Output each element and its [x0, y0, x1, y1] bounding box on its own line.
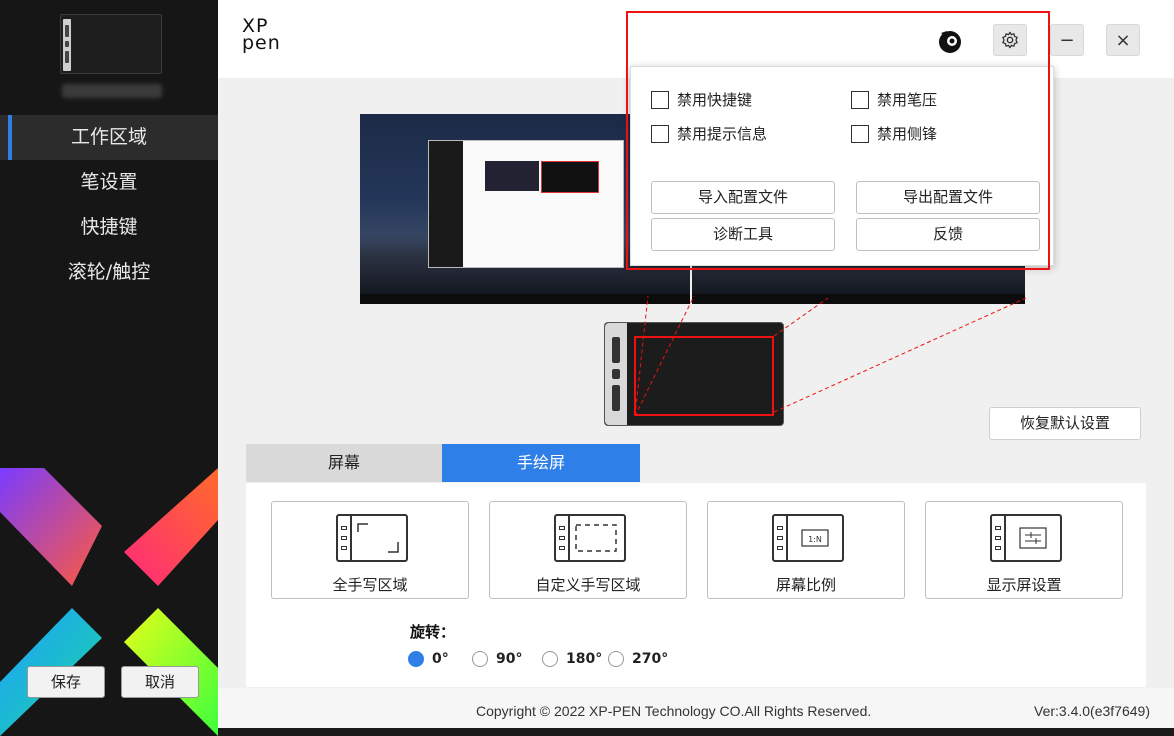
tab-screen[interactable]: 屏幕	[246, 444, 442, 482]
device-thumbnail	[60, 14, 162, 74]
settings-gear-icon[interactable]	[993, 24, 1027, 56]
import-config-button[interactable]: 导入配置文件	[651, 181, 835, 214]
nav-item-pen-settings[interactable]: 笔设置	[0, 160, 218, 205]
rotation-0-radio[interactable]: 0°	[408, 651, 449, 667]
version-text: Ver:3.4.0(e3f7649)	[1034, 703, 1150, 719]
feedback-button[interactable]: 反馈	[856, 218, 1040, 251]
nav-item-label: 快捷键	[80, 216, 138, 238]
logo-line2: pen	[242, 32, 281, 54]
cancel-button[interactable]: 取消	[121, 666, 199, 698]
rotation-270-radio[interactable]: 270°	[608, 651, 668, 667]
mode-label: 屏幕比例	[775, 576, 836, 594]
rotation-180-radio[interactable]: 180°	[542, 651, 602, 667]
community-icon[interactable]	[934, 25, 966, 57]
disable-tips-checkbox[interactable]: 禁用提示信息	[651, 123, 767, 144]
mode-full-area[interactable]: 全手写区域	[271, 501, 469, 599]
mode-display-settings[interactable]: 显示屏设置	[925, 501, 1123, 599]
mode-screen-ratio[interactable]: 1:N 屏幕比例	[707, 501, 905, 599]
nav-item-shortcuts[interactable]: 快捷键	[0, 205, 218, 250]
checkbox-label: 禁用提示信息	[677, 125, 768, 143]
mode-label: 显示屏设置	[986, 576, 1062, 594]
radio-label: 90°	[496, 651, 523, 667]
tablet-active-area[interactable]	[634, 336, 774, 416]
checkbox-label: 禁用快捷键	[677, 91, 753, 109]
diagnostic-tool-button[interactable]: 诊断工具	[651, 218, 835, 251]
close-button[interactable]: ×	[1106, 24, 1140, 56]
mode-label: 全手写区域	[332, 576, 408, 594]
device-name-blurred	[62, 84, 162, 98]
full-area-icon	[336, 514, 408, 562]
sidebar: 工作区域 笔设置 快捷键 滚轮/触控 保存 取消	[0, 0, 218, 736]
radio-label: 270°	[632, 651, 669, 667]
display-settings-icon	[990, 514, 1062, 562]
nav-item-label: 工作区域	[70, 126, 147, 148]
area-tabs: 屏幕 手绘屏	[246, 444, 640, 482]
nav-item-label: 笔设置	[80, 171, 138, 193]
save-button[interactable]: 保存	[27, 666, 105, 698]
rotation-90-radio[interactable]: 90°	[472, 651, 522, 667]
custom-area-icon	[554, 514, 626, 562]
minimize-button[interactable]: −	[1050, 24, 1084, 56]
mode-panel: 全手写区域 自定义手写区域 1:N 屏幕比例 显示屏设置	[246, 483, 1146, 687]
mode-label: 自定义手写区域	[535, 576, 641, 594]
nav-item-label: 滚轮/触控	[67, 261, 151, 283]
sidebar-nav: 工作区域 笔设置 快捷键 滚轮/触控	[0, 115, 218, 295]
checkbox-label: 禁用侧锋	[877, 125, 938, 143]
radio-label: 0°	[432, 651, 449, 667]
tablet-preview	[604, 322, 784, 426]
tab-pen-display[interactable]: 手绘屏	[442, 444, 640, 482]
nav-item-wheel-touch[interactable]: 滚轮/触控	[0, 250, 218, 295]
disable-tilt-checkbox[interactable]: 禁用侧锋	[851, 123, 937, 144]
export-config-button[interactable]: 导出配置文件	[856, 181, 1040, 214]
rotation-label: 旋转：	[410, 623, 456, 641]
screen-ratio-icon: 1:N	[772, 514, 844, 562]
footer: Copyright © 2022 XP-PEN Technology CO.Al…	[218, 688, 1174, 728]
svg-text:1:N: 1:N	[808, 535, 822, 544]
restore-defaults-button[interactable]: 恢复默认设置	[989, 407, 1141, 440]
disable-pressure-checkbox[interactable]: 禁用笔压	[851, 89, 937, 110]
copyright-text: Copyright © 2022 XP-PEN Technology CO.Al…	[476, 703, 872, 719]
xp-pen-logo: XP pen	[242, 17, 281, 54]
nav-item-work-area[interactable]: 工作区域	[0, 115, 218, 160]
mode-custom-area[interactable]: 自定义手写区域	[489, 501, 687, 599]
settings-dropdown: 禁用快捷键 禁用笔压 禁用提示信息 禁用侧锋 导入配置文件 导出配置文件 诊断工…	[630, 66, 1054, 266]
disable-shortcuts-checkbox[interactable]: 禁用快捷键	[651, 89, 752, 110]
radio-label: 180°	[566, 651, 603, 667]
checkbox-label: 禁用笔压	[877, 91, 938, 109]
